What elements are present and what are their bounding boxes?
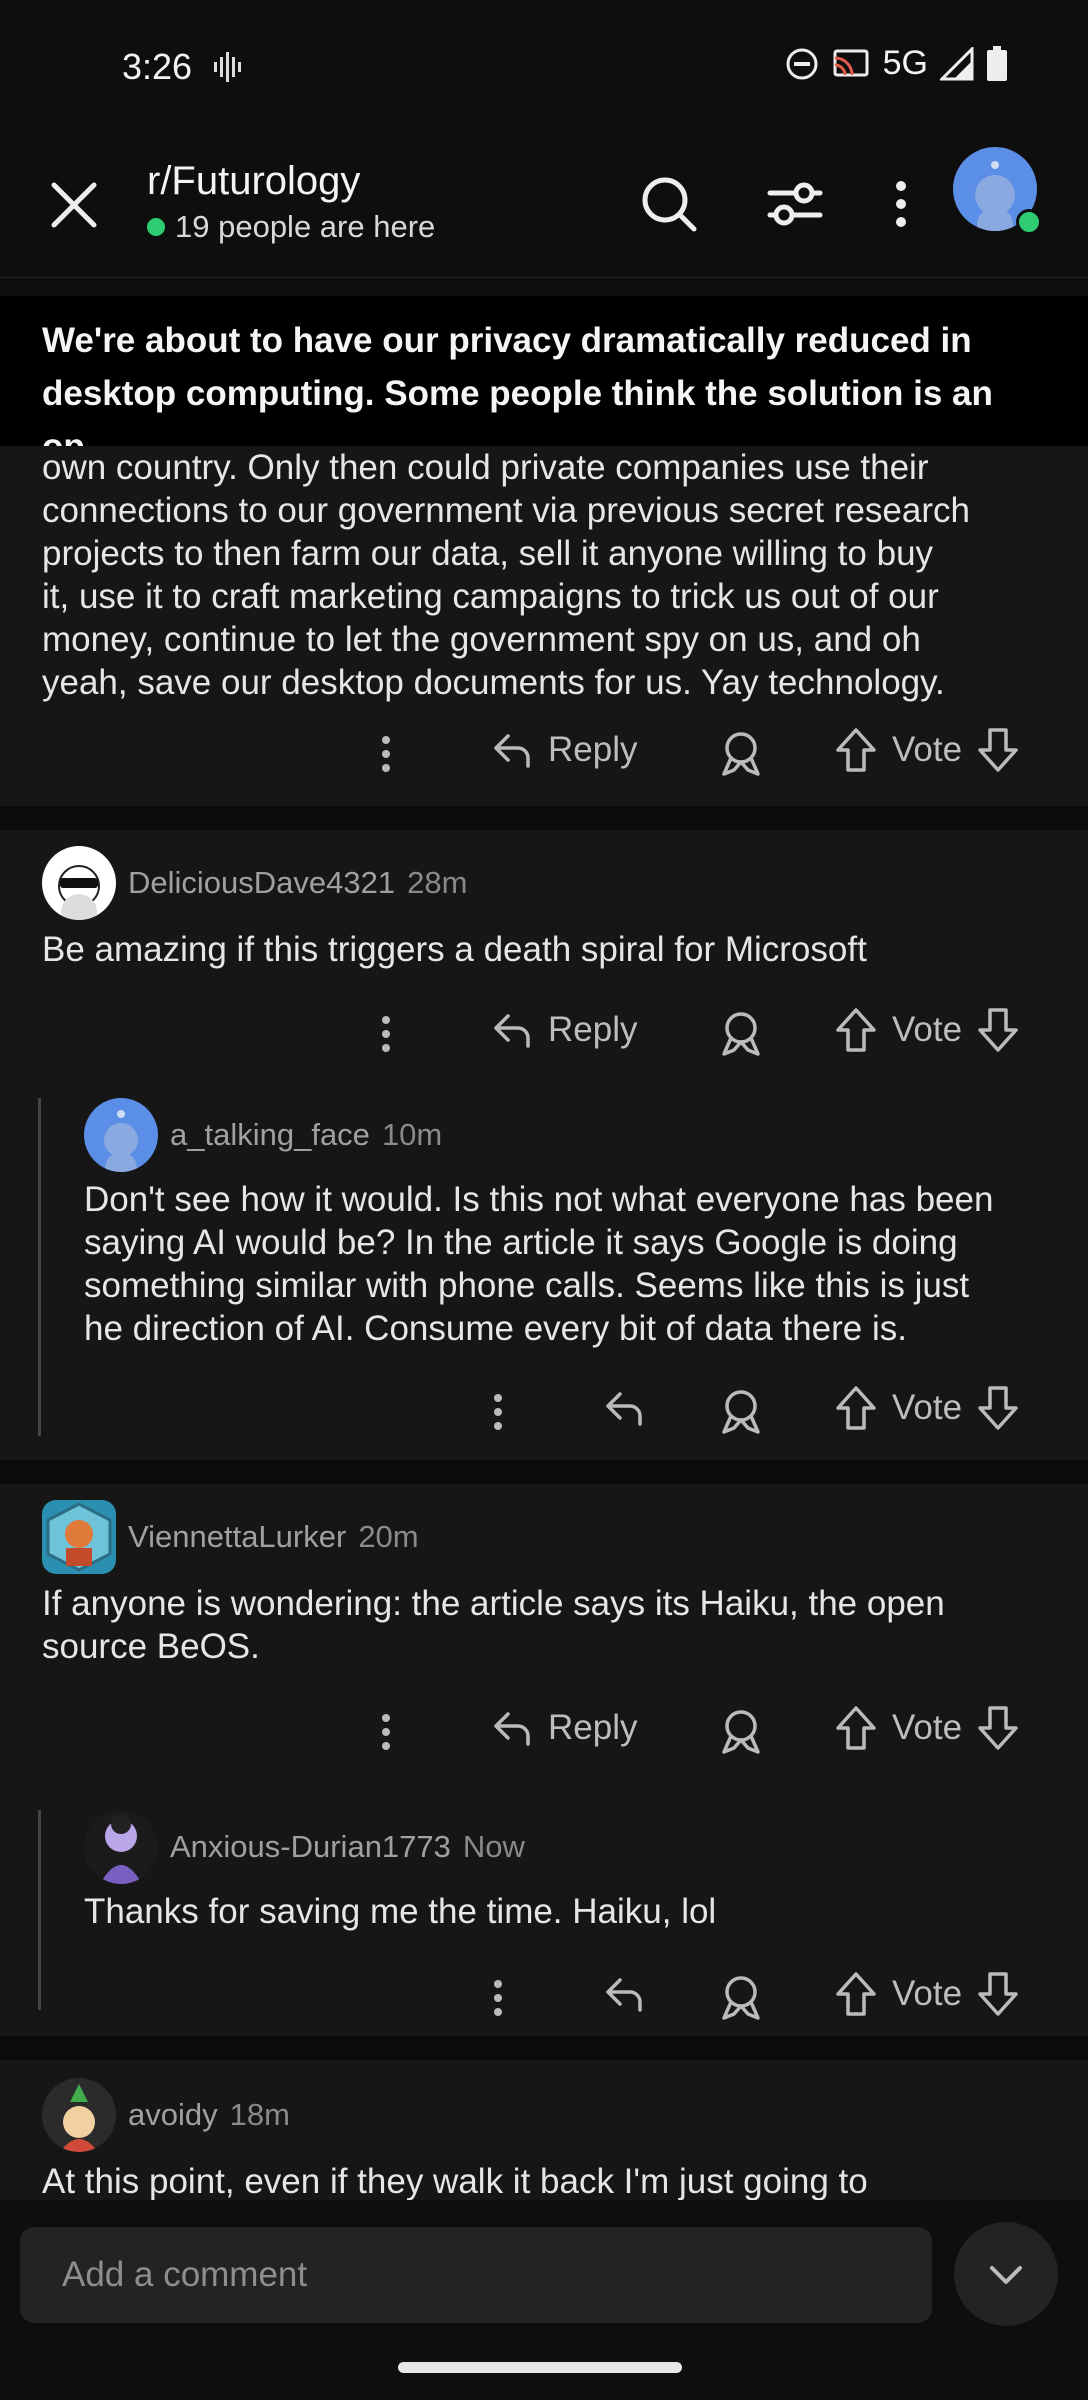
comment-author[interactable]: a_talking_face 10m [84,1098,442,1172]
online-text: 19 people are here [175,209,436,244]
downvote-icon[interactable] [976,1006,1020,1054]
upvote-icon[interactable] [834,1970,878,2018]
vote-group: Vote [834,1006,1020,1054]
vibrate-icon [214,52,241,82]
avatar [42,2078,116,2152]
comment-author[interactable]: Anxious-Durian1773 Now [84,1810,525,1884]
cast-icon [833,49,869,76]
downvote-icon[interactable] [976,1970,1020,2018]
comment-time: 28m [407,865,468,900]
avatar [84,1098,158,1172]
network-type: 5G [882,44,928,82]
more-icon[interactable] [370,1710,402,1754]
username: Anxious-Durian1773 [170,1829,451,1864]
comment-actions: Reply Vote [0,998,1088,1068]
vote-group: Vote [834,1384,1020,1432]
online-count: 19 people are here [147,209,435,245]
home-indicator[interactable] [398,2362,682,2373]
comment-body: Thanks for saving me the time. Haiku, lo… [84,1892,717,1931]
comment-card: own country. Only then could private com… [0,446,1088,806]
comment-author[interactable]: DeliciousDave4321 28m [42,846,467,920]
upvote-icon[interactable] [834,1384,878,1432]
reply-icon [494,1014,530,1048]
downvote-icon[interactable] [976,1384,1020,1432]
username: DeliciousDave4321 [128,865,396,900]
divider [0,806,1088,830]
add-comment-input[interactable]: Add a comment [20,2227,932,2323]
status-bar: 3:26 5G [0,0,1088,135]
upvote-icon[interactable] [834,1006,878,1054]
reply-button[interactable]: Reply [490,1706,637,1750]
comment-time: 10m [381,1117,443,1152]
more-icon[interactable] [482,1390,514,1434]
chevron-down-icon [990,2266,1022,2284]
vote-group: Vote [834,1970,1020,2018]
comment-actions: Reply Vote [0,1696,1088,1766]
more-icon[interactable] [370,1012,402,1056]
online-status-dot [1016,209,1042,235]
search-icon[interactable] [634,169,704,239]
downvote-icon[interactable] [976,1704,1020,1752]
comment-body: own country. Only then could private com… [42,448,970,702]
username: a_talking_face [170,1117,370,1152]
upvote-icon[interactable] [834,726,878,774]
comment-actions: Vote [0,1962,1088,2032]
dnd-icon [786,48,818,79]
award-icon[interactable] [718,728,764,778]
top-app-bar: r/Futurology 19 people are here [0,135,1088,278]
reply-icon [494,1712,530,1746]
comment-actions: Reply Vote [0,718,1088,788]
avatar [84,1810,158,1884]
comment-card: avoidy 18m At this point, even if they w… [0,2060,1088,2201]
close-icon[interactable] [40,171,108,239]
divider [0,1460,1088,1484]
downvote-icon[interactable] [976,726,1020,774]
divider [0,2036,1088,2060]
comment-body: At this point, even if they walk it back… [42,2162,868,2201]
award-icon[interactable] [718,1008,764,1058]
award-icon[interactable] [718,1972,764,2022]
comment-author[interactable]: avoidy 18m [42,2078,290,2152]
more-icon[interactable] [370,732,402,776]
comment-time: 18m [229,2097,290,2132]
username: ViennettaLurker [128,1519,347,1554]
reply-icon[interactable] [602,1386,646,1430]
upvote-icon[interactable] [834,1704,878,1752]
post-title-banner[interactable]: We're about to have our privacy dramatic… [0,296,1088,466]
more-icon[interactable] [866,169,936,239]
status-time: 3:26 [122,46,193,87]
collapse-button[interactable] [954,2222,1058,2326]
signal-icon [940,46,974,80]
comment-actions: Vote [0,1376,1088,1446]
avatar [42,1500,116,1574]
comment-time: Now [462,1829,525,1864]
reply-icon[interactable] [602,1972,646,2016]
avatar [42,846,116,920]
comment-body: Be amazing if this triggers a death spir… [42,930,867,969]
status-icons: 5G [785,44,1008,83]
comment-author[interactable]: ViennettaLurker 20m [42,1500,419,1574]
comment-body: Don't see how it would. Is this not what… [84,1180,994,1348]
award-icon[interactable] [718,1386,764,1436]
battery-icon [987,45,1007,81]
subreddit-title[interactable]: r/Futurology [147,159,360,204]
filter-icon[interactable] [760,169,830,239]
username: avoidy [128,2097,218,2132]
comment-body: If anyone is wondering: the article says… [42,1584,945,1666]
comment-time: 20m [358,1519,419,1554]
comment-card: ViennettaLurker 20m If anyone is wonderi… [0,1484,1088,2036]
reply-button[interactable]: Reply [490,1008,637,1052]
reply-icon [494,734,530,768]
comment-card: DeliciousDave4321 28m Be amazing if this… [0,830,1088,1460]
comment-composer: Add a comment [0,2200,1088,2333]
more-icon[interactable] [482,1976,514,2020]
online-indicator [147,218,165,236]
award-icon[interactable] [718,1706,764,1756]
vote-group: Vote [834,1704,1020,1752]
reply-button[interactable]: Reply [490,728,637,772]
vote-group: Vote [834,726,1020,774]
